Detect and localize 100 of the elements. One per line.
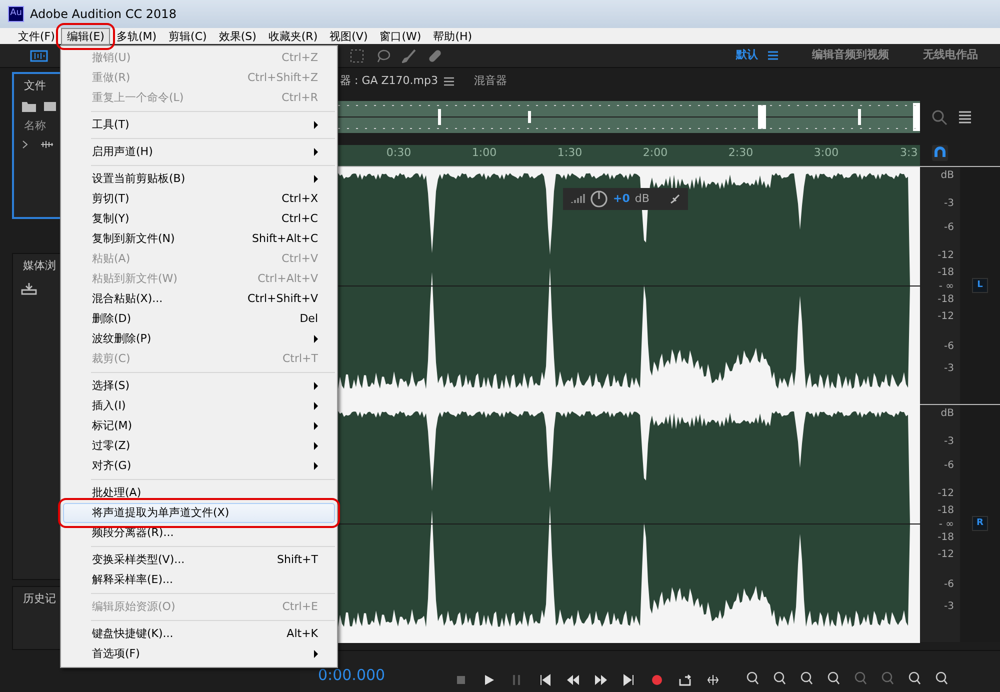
menu-icon[interactable] bbox=[444, 76, 454, 86]
scale-label: -3 bbox=[944, 434, 954, 449]
channel-label[interactable]: R bbox=[972, 516, 988, 532]
bandage-icon[interactable] bbox=[428, 48, 442, 62]
scale-label: - ∞ bbox=[938, 518, 954, 532]
menu-item[interactable]: 波纹删除(P) bbox=[63, 329, 335, 349]
submenu-arrow-icon bbox=[314, 422, 318, 430]
scale-label: -18 bbox=[938, 266, 954, 280]
magnet-icon[interactable] bbox=[932, 145, 948, 161]
scale-label: dB bbox=[940, 407, 954, 422]
submenu-arrow-icon bbox=[314, 382, 318, 390]
workspace-tab[interactable]: 无线电作品 bbox=[923, 47, 978, 64]
menu-item[interactable]: 过零(Z) bbox=[63, 436, 335, 456]
menu-item[interactable]: 设置当前剪贴板(B) bbox=[63, 169, 335, 189]
menu-item[interactable]: 效果(S) bbox=[212, 28, 262, 44]
gain-hud[interactable]: +0 dB bbox=[563, 188, 688, 210]
scale-label: -18 bbox=[938, 293, 954, 308]
submenu-arrow-icon bbox=[314, 650, 318, 658]
menu-item[interactable]: 复制到新文件(N) Shift+Alt+C bbox=[63, 229, 335, 249]
list-icon[interactable] bbox=[958, 110, 972, 124]
record-icon[interactable] bbox=[651, 674, 663, 686]
menu-item[interactable]: 剪辑(C) bbox=[162, 28, 213, 44]
menu-item[interactable]: 视图(V) bbox=[324, 28, 374, 44]
waveform-icon bbox=[40, 140, 54, 149]
menu-item[interactable]: 工具(T) bbox=[63, 115, 335, 135]
scale-label: -12 bbox=[938, 548, 954, 562]
skip-to-start-icon[interactable] bbox=[539, 674, 551, 686]
menu-item[interactable]: 帮助(H) bbox=[427, 28, 478, 44]
marquee-icon[interactable] bbox=[350, 48, 364, 62]
menu-item[interactable]: 首选项(F) bbox=[63, 644, 335, 664]
waveform-drawing[interactable] bbox=[338, 405, 920, 643]
gain-knob-icon[interactable] bbox=[590, 190, 608, 208]
loop-icon[interactable] bbox=[679, 674, 691, 686]
scale-label: -6 bbox=[944, 458, 954, 472]
time-display: 0:00.000 bbox=[317, 664, 386, 686]
editor-tab[interactable]: 器 : GA Z170.mp3 bbox=[340, 72, 438, 90]
time-ruler[interactable]: 0:30 1:00 1:30 2:00 2:30 3:00 3:3 bbox=[338, 145, 920, 166]
scale-label: - ∞ bbox=[938, 280, 954, 294]
gain-unit: dB bbox=[634, 190, 650, 207]
scale-label: -6 bbox=[944, 220, 954, 234]
brush-icon[interactable] bbox=[402, 48, 416, 62]
scale-label: -3 bbox=[944, 196, 954, 211]
workspace-tab[interactable]: 编辑音频到视频 bbox=[812, 47, 889, 64]
highlight-ring bbox=[56, 22, 116, 50]
menu-item[interactable]: 变换采样类型(V)... Shift+T bbox=[63, 550, 335, 570]
menu-item[interactable]: 对齐(G) bbox=[63, 456, 335, 476]
menu-item[interactable]: 文件(F) bbox=[12, 28, 61, 44]
waveform-view-icon[interactable] bbox=[30, 50, 48, 62]
menu-item[interactable]: 将声道提取为单声道文件(X) bbox=[63, 503, 335, 523]
rewind-icon[interactable] bbox=[567, 674, 579, 686]
submenu-arrow-icon bbox=[314, 148, 318, 156]
ruler-label: 0:30 bbox=[385, 145, 412, 161]
play-icon[interactable] bbox=[483, 674, 495, 686]
fast-forward-icon[interactable] bbox=[595, 674, 607, 686]
scale-label: -6 bbox=[944, 578, 954, 592]
menu-item[interactable]: 多轨(M) bbox=[110, 28, 163, 44]
submenu-arrow-icon bbox=[314, 175, 318, 183]
scale-label: -18 bbox=[938, 504, 954, 518]
ruler-label: 3:3 bbox=[900, 145, 918, 161]
overview-waveform[interactable] bbox=[338, 101, 920, 133]
channel-label[interactable]: L bbox=[972, 278, 988, 294]
menu-item[interactable]: 解释采样率(E)... bbox=[63, 570, 335, 590]
submenu-arrow-icon bbox=[314, 442, 318, 450]
chevron-icon[interactable] bbox=[22, 140, 28, 149]
menu-item[interactable]: 标记(M) bbox=[63, 416, 335, 436]
menu-item[interactable]: 剪切(T) Ctrl+X bbox=[63, 189, 335, 209]
ruler-label: 1:30 bbox=[556, 145, 584, 161]
waveform-drawing[interactable] bbox=[338, 167, 920, 405]
level-bars-icon bbox=[571, 194, 585, 204]
menu-item[interactable]: 启用声道(H) bbox=[63, 142, 335, 162]
menu-item[interactable]: 选择(S) bbox=[63, 376, 335, 396]
lasso-icon[interactable] bbox=[376, 48, 390, 62]
menu-icon[interactable] bbox=[768, 51, 778, 60]
menu-item[interactable]: 收藏夹(R) bbox=[262, 28, 324, 44]
menu-item[interactable]: 混合粘贴(X)... Ctrl+Shift+V bbox=[63, 289, 335, 309]
ruler-label: 2:30 bbox=[727, 145, 754, 161]
menu-item[interactable]: 编辑(E) bbox=[60, 28, 110, 44]
scale-label: -12 bbox=[938, 487, 954, 502]
editor-tab[interactable]: 混音器 bbox=[474, 72, 507, 90]
pin-icon[interactable] bbox=[670, 194, 680, 204]
scale-label: -6 bbox=[944, 340, 954, 354]
gain-value: +0 bbox=[613, 190, 630, 207]
menu-item[interactable]: 键盘快捷键(K)... Alt+K bbox=[63, 624, 335, 644]
download-icon[interactable] bbox=[21, 282, 37, 295]
app-logo: Au bbox=[8, 6, 24, 22]
ruler-label: 2:00 bbox=[642, 145, 669, 161]
menu-item[interactable]: 插入(I) bbox=[63, 396, 335, 416]
ruler-label: 3:00 bbox=[812, 145, 840, 161]
submenu-arrow-icon bbox=[314, 335, 318, 343]
menu-item[interactable]: 窗口(W) bbox=[374, 28, 428, 44]
skip-to-end-icon[interactable] bbox=[623, 674, 635, 686]
scale-label: -3 bbox=[944, 600, 954, 614]
folder-icon[interactable] bbox=[22, 100, 36, 112]
menu-item[interactable]: 删除(D) Del bbox=[63, 309, 335, 329]
scale-label: -12 bbox=[938, 249, 954, 264]
menu-item[interactable]: 批处理(A) bbox=[63, 483, 335, 503]
stop-icon[interactable] bbox=[455, 674, 467, 686]
menu-item[interactable]: 复制(Y) Ctrl+C bbox=[63, 209, 335, 229]
submenu-arrow-icon bbox=[314, 402, 318, 410]
workspace-tab[interactable]: 默认 bbox=[736, 47, 758, 64]
